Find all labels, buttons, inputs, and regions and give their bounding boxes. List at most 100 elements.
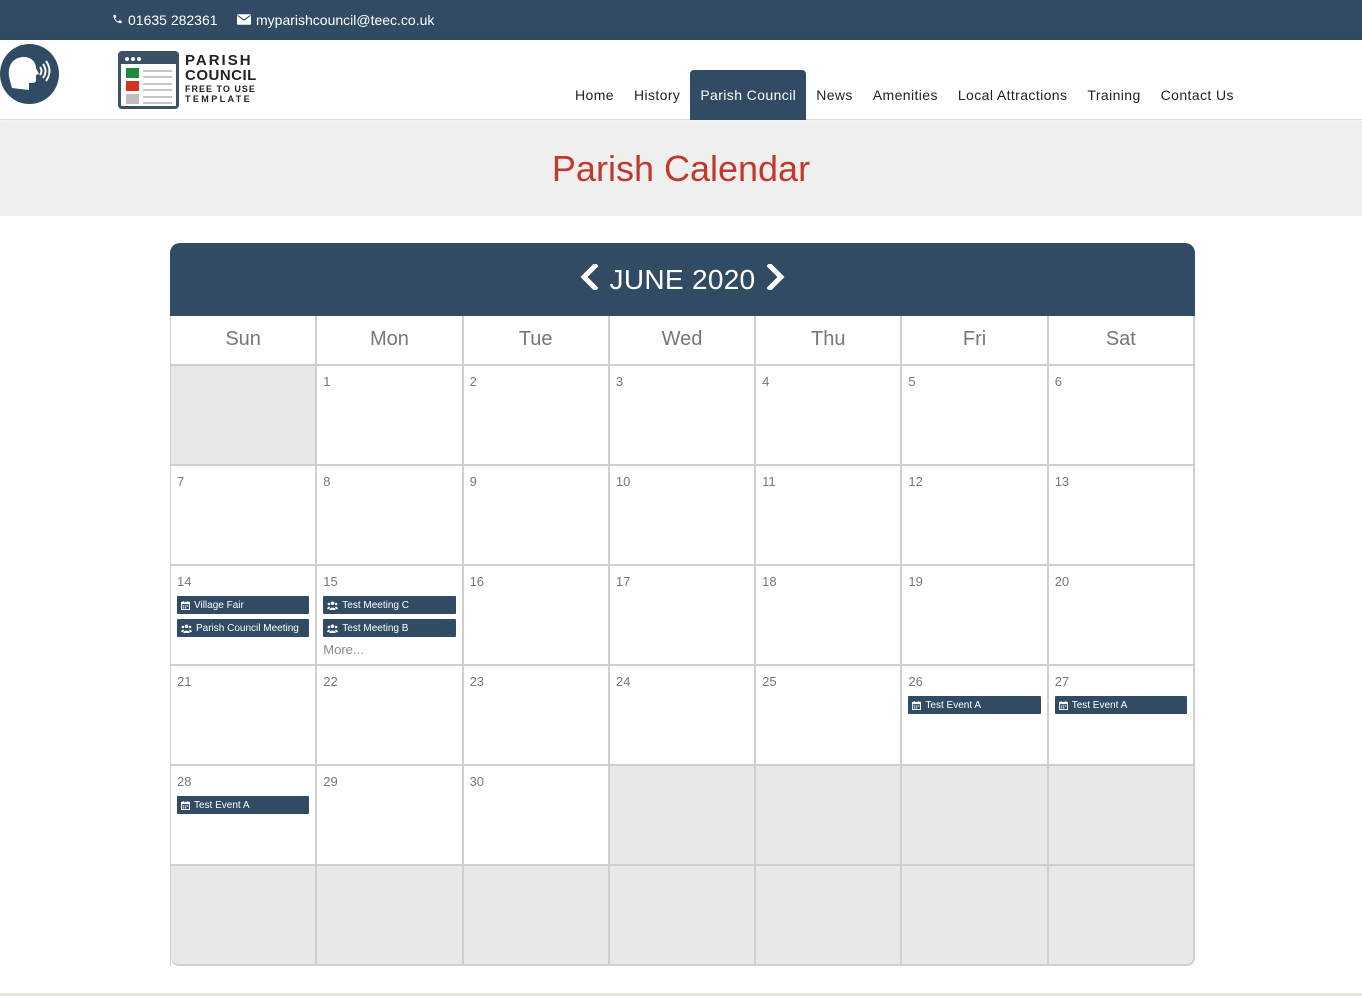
chevron-left-icon bbox=[580, 262, 599, 295]
weekday-sun: Sun bbox=[171, 316, 318, 366]
day-number: 10 bbox=[615, 474, 631, 489]
page-hero: Parish Calendar bbox=[0, 121, 1362, 216]
calendar-day[interactable]: 20 bbox=[1048, 566, 1195, 666]
calendar-event[interactable]: Test Event A bbox=[1054, 696, 1187, 714]
calendar-day[interactable]: 26 Test Event A bbox=[902, 666, 1049, 766]
calendar-event[interactable]: Parish Council Meeting bbox=[177, 619, 310, 637]
calendar-grid: Sun Mon Tue Wed Thu Fri Sat 1 2 3 4 5 6 7 8 9 10 11 12 13 1… bbox=[170, 316, 1195, 966]
weekday-wed: Wed bbox=[609, 316, 757, 366]
day-number: 20 bbox=[1054, 574, 1070, 589]
day-number: 11 bbox=[762, 474, 776, 489]
email-contact[interactable]: myparishcouncil@teec.co.uk bbox=[237, 12, 434, 28]
nav-item-news[interactable]: News bbox=[806, 70, 863, 120]
calendar-day[interactable]: 2 bbox=[463, 366, 610, 466]
top-bar: 01635 282361 myparishcouncil@teec.co.uk bbox=[0, 0, 1362, 40]
calendar-day[interactable]: 17 bbox=[609, 566, 757, 666]
calendar-day-empty bbox=[463, 866, 610, 966]
month-label: JUNE 2020 bbox=[609, 263, 756, 295]
calendar-day[interactable]: 9 bbox=[463, 466, 610, 566]
calendar-day-empty bbox=[171, 366, 318, 466]
logo-line-4: TEMPLATE bbox=[185, 94, 253, 104]
calendar-event[interactable]: Village Fair bbox=[177, 596, 310, 614]
calendar-day[interactable]: 24 bbox=[609, 666, 757, 766]
accessibility-button[interactable] bbox=[0, 44, 59, 104]
day-number: 1 bbox=[323, 374, 331, 389]
next-month-button[interactable] bbox=[765, 262, 787, 294]
day-number: 12 bbox=[908, 474, 923, 489]
weekday-mon: Mon bbox=[317, 316, 464, 366]
calendar-day[interactable]: 21 bbox=[171, 666, 318, 766]
nav-item-training[interactable]: Training bbox=[1077, 70, 1150, 120]
day-number: 6 bbox=[1054, 374, 1062, 389]
event-title: Test Event A bbox=[1071, 699, 1128, 711]
calendar-day-empty bbox=[171, 866, 318, 966]
calendar-day[interactable]: 10 bbox=[609, 466, 757, 566]
day-number: 25 bbox=[762, 674, 777, 689]
phone-contact[interactable]: 01635 282361 bbox=[112, 12, 218, 28]
envelope-icon bbox=[237, 12, 251, 28]
calendar-day[interactable]: 25 bbox=[756, 666, 903, 766]
nav-item-history[interactable]: History bbox=[624, 70, 690, 120]
calendar-day-empty bbox=[756, 766, 903, 866]
calendar-day-empty bbox=[902, 766, 1049, 866]
day-number: 15 bbox=[323, 574, 338, 589]
calendar-day[interactable]: 19 bbox=[902, 566, 1049, 666]
calendar-day[interactable]: 30 bbox=[463, 766, 610, 866]
calendar-day[interactable]: 1 bbox=[317, 366, 464, 466]
speaking-head-icon bbox=[0, 57, 59, 108]
calendar-week-row: 7 8 9 10 11 12 13 bbox=[171, 466, 1195, 566]
day-number: 30 bbox=[469, 774, 485, 789]
event-title: Test Meeting C bbox=[342, 599, 409, 611]
nav-item-local-attractions[interactable]: Local Attractions bbox=[948, 70, 1078, 120]
users-icon bbox=[181, 623, 192, 633]
day-number: 3 bbox=[615, 374, 624, 389]
logo-line-3: FREE TO USE bbox=[185, 84, 256, 94]
calendar-event[interactable]: Test Meeting C bbox=[323, 596, 456, 614]
day-number: 7 bbox=[177, 474, 185, 489]
calendar-day[interactable]: 4 bbox=[756, 366, 903, 466]
day-number: 24 bbox=[615, 674, 631, 689]
calendar-event[interactable]: Test Meeting B bbox=[323, 619, 456, 637]
calendar-day[interactable]: 8 bbox=[317, 466, 464, 566]
day-number: 16 bbox=[469, 574, 485, 589]
nav-item-contact-us[interactable]: Contact Us bbox=[1151, 70, 1244, 120]
nav-item-home[interactable]: Home bbox=[565, 70, 624, 120]
calendar-event[interactable]: Test Event A bbox=[908, 696, 1041, 714]
calendar-day[interactable]: 23 bbox=[463, 666, 610, 766]
event-title: Test Meeting B bbox=[342, 622, 409, 634]
calendar-day[interactable]: 29 bbox=[317, 766, 464, 866]
calendar-day[interactable]: 5 bbox=[902, 366, 1049, 466]
weekday-header-row: Sun Mon Tue Wed Thu Fri Sat bbox=[171, 316, 1195, 366]
day-number: 22 bbox=[323, 674, 338, 689]
calendar-day[interactable]: 16 bbox=[463, 566, 610, 666]
calendar-day-empty bbox=[902, 866, 1049, 966]
nav-item-amenities[interactable]: Amenities bbox=[863, 70, 948, 120]
calendar-day[interactable]: 14 Village Fair Parish Council Meeting bbox=[171, 566, 318, 666]
site-header: PARISH COUNCIL FREE TO USE TEMPLATE Home… bbox=[0, 40, 1362, 120]
calendar-day[interactable]: 7 bbox=[171, 466, 318, 566]
logo-window-icon bbox=[118, 51, 179, 109]
day-number: 2 bbox=[469, 374, 477, 389]
users-icon bbox=[327, 623, 339, 633]
calendar-week-row: 21 22 23 24 25 26 Test Event A 27 Test Event A bbox=[171, 666, 1195, 766]
site-logo[interactable]: PARISH COUNCIL FREE TO USE TEMPLATE bbox=[118, 50, 258, 110]
calendar-week-row: 14 Village Fair Parish Council Meeting 15 Te… bbox=[171, 566, 1195, 666]
calendar-day[interactable]: 3 bbox=[609, 366, 757, 466]
prev-month-button[interactable] bbox=[578, 262, 600, 295]
more-events-link[interactable]: More... bbox=[323, 642, 455, 657]
calendar-day[interactable]: 13 bbox=[1048, 466, 1195, 566]
calendar-day[interactable]: 12 bbox=[902, 466, 1049, 566]
calendar-day-empty bbox=[756, 866, 903, 966]
calendar-day[interactable]: 15 Test Meeting C Test Meeting B More... bbox=[317, 566, 464, 666]
calendar-day[interactable]: 6 bbox=[1048, 366, 1195, 466]
calendar-day[interactable]: 22 bbox=[317, 666, 464, 766]
calendar: JUNE 2020 Sun Mon Tue Wed Thu Fri Sat 12345678… bbox=[170, 243, 1195, 966]
calendar-day[interactable]: 28 Test Event A bbox=[171, 766, 318, 866]
day-number: 9 bbox=[469, 474, 477, 489]
calendar-event[interactable]: Test Event A bbox=[177, 796, 310, 814]
nav-item-parish-council[interactable]: Parish Council bbox=[690, 70, 807, 120]
calendar-header: JUNE 2020 bbox=[170, 243, 1195, 316]
calendar-day[interactable]: 18 bbox=[756, 566, 903, 666]
calendar-day[interactable]: 27 Test Event A bbox=[1048, 666, 1195, 766]
calendar-day[interactable]: 11 bbox=[756, 466, 903, 566]
